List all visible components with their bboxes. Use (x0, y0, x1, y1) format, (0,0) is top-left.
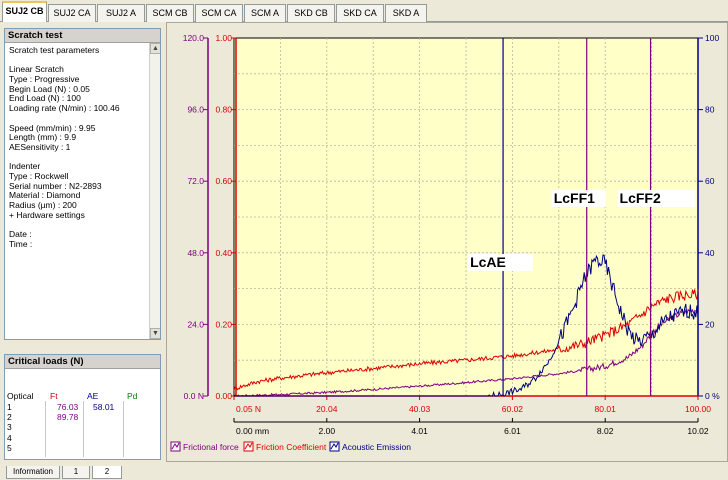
tab-suj2-ca[interactable]: SUJ2 CA (48, 4, 96, 22)
scratch-parameters-list: Scratch test parameters Linear Scratch Typ… (5, 43, 160, 252)
scratch-test-panel: Scratch test Scratch test parameters Line… (4, 28, 161, 340)
critical-loads-header: Optical (7, 391, 34, 401)
load-tick-label: 40.03 (409, 404, 431, 414)
critical-loads-panel: Critical loads (N) Optical Ft AE Pd 1 76.03 58… (4, 354, 161, 460)
tab-scm-cb[interactable]: SCM CB (146, 4, 194, 22)
acoustic-emission-tick-label: 0 % (705, 391, 720, 401)
sample-tab-bar: SUJ2 CB SUJ2 CA SUJ2 A SCM CB SCM CA SCM A SKD… (0, 0, 728, 23)
critical-loads-row-number: 2 (7, 412, 12, 423)
acoustic-emission-tick-label: 60 (705, 176, 715, 186)
acoustic-emission-tick-label: 80 (705, 105, 715, 115)
bottom-tab-2[interactable]: 2 (92, 466, 122, 479)
legend-label: Frictional force (183, 442, 239, 452)
length-tick-label: 8.02 (597, 426, 614, 436)
legend-item: Friction Coefficient (243, 441, 327, 452)
parameter-line: Loading rate (N/min) : 100.46 (9, 103, 120, 114)
critical-loads-row-number: 4 (7, 432, 12, 443)
tab-suj2-a[interactable]: SUJ2 A (97, 4, 145, 22)
acoustic-emission-tick-label: 20 (705, 319, 715, 329)
marker-label: LcAE (470, 254, 506, 270)
critical-loads-row-number: 1 (7, 402, 12, 412)
length-tick-label: 4.01 (411, 426, 428, 436)
critical-load-ae-value: 58.01 (93, 402, 115, 412)
scroll-down-icon[interactable]: ▼ (150, 328, 160, 339)
length-tick-label: 10.02 (687, 426, 709, 436)
legend-item: Frictional force (170, 441, 239, 452)
critical-loads-title: Critical loads (N) (5, 355, 160, 369)
table-column-divider (45, 401, 46, 457)
tab-scm-ca[interactable]: SCM CA (195, 4, 243, 22)
marker-label: LcFF2 (620, 190, 661, 206)
critical-loads-row-number: 3 (7, 422, 12, 433)
load-tick-label: 60.02 (502, 404, 524, 414)
parameter-line: Time : (9, 238, 33, 249)
load-tick-label: 0.05 N (236, 404, 261, 414)
table-column-divider (123, 401, 124, 457)
length-tick-label: 2.00 (319, 426, 336, 436)
friction-coefficient-tick-label: 0.00 (215, 391, 232, 401)
scroll-up-icon[interactable]: ▲ (150, 43, 160, 54)
load-tick-label: 20.04 (316, 404, 338, 414)
chart-area: 0.0 N 24.0 48.0 72.0 96.0 120.0 0.00 0.20 0.40 0.… (166, 22, 728, 462)
parameter-line: AESensitivity : 1 (9, 141, 71, 152)
frictional-force-tick-label: 24.0 (187, 319, 204, 329)
bottom-tab-bar: Information 1 2 (0, 466, 165, 480)
scratch-chart: 0.0 N 24.0 48.0 72.0 96.0 120.0 0.00 0.20 0.40 0.… (170, 33, 720, 452)
frictional-force-tick-label: 96.0 (187, 105, 204, 115)
load-tick-label: 80.01 (595, 404, 617, 414)
critical-loads-header: Pd (127, 391, 138, 401)
critical-loads-header: Ft (50, 391, 58, 401)
tab-skd-cb[interactable]: SKD CB (287, 4, 335, 22)
acoustic-emission-tick-label: 40 (705, 248, 715, 258)
tab-suj2-cb[interactable]: SUJ2 CB (2, 1, 47, 23)
frictional-force-tick-label: 72.0 (187, 176, 204, 186)
critical-loads-row-number: 5 (7, 442, 12, 453)
load-tick-label: 100.00 (685, 404, 711, 414)
frictional-force-tick-label: 120.0 (183, 33, 205, 43)
table-column-divider (83, 401, 84, 457)
critical-load-ft-value: 89.78 (57, 412, 79, 423)
frictional-force-tick-label: 0.0 N (184, 391, 204, 401)
friction-coefficient-tick-label: 0.60 (215, 176, 232, 186)
tab-skd-ca[interactable]: SKD CA (336, 4, 384, 22)
legend-item: Acoustic Emission (329, 441, 411, 452)
legend-label: Acoustic Emission (342, 442, 411, 452)
friction-coefficient-tick-label: 1.00 (215, 33, 232, 43)
length-tick-label: 0.00 mm (236, 426, 269, 436)
length-tick-label: 6.01 (504, 426, 521, 436)
vertical-scrollbar[interactable]: ▲ ▼ (149, 43, 160, 339)
friction-coefficient-tick-label: 0.20 (215, 319, 232, 329)
parameter-line: Scratch test parameters (9, 45, 100, 55)
tab-skd-a[interactable]: SKD A (385, 4, 427, 22)
bottom-tab-information[interactable]: Information (6, 466, 60, 479)
bottom-tab-1[interactable]: 1 (62, 466, 90, 479)
critical-loads-header: AE (87, 391, 99, 401)
friction-coefficient-tick-label: 0.40 (215, 248, 232, 258)
left-panel: Scratch test Scratch test parameters Line… (0, 22, 165, 460)
legend-label: Friction Coefficient (256, 442, 327, 452)
scratch-test-title: Scratch test (5, 29, 160, 43)
acoustic-emission-tick-label: 100 (705, 33, 719, 43)
parameter-line: + Hardware settings (9, 209, 85, 220)
friction-coefficient-tick-label: 0.80 (215, 105, 232, 115)
marker-label: LcFF1 (554, 190, 595, 206)
critical-load-ft-value: 76.03 (57, 402, 79, 412)
frictional-force-tick-label: 48.0 (187, 248, 204, 258)
tab-scm-a[interactable]: SCM A (244, 4, 286, 22)
